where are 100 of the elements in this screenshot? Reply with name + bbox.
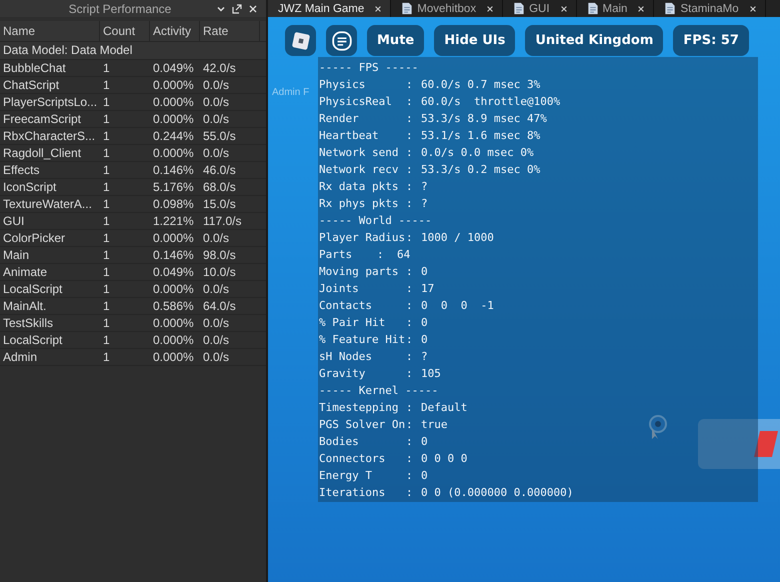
stat-value: 17 (421, 281, 434, 297)
stat-value: 0 (421, 468, 428, 484)
stat-value: 60.0/s throttle@100% (421, 94, 560, 110)
table-cell-text: 0.000% (152, 230, 195, 246)
stat-separator: : (406, 349, 414, 365)
stat-separator: : (406, 281, 414, 297)
stat-separator: : (406, 128, 414, 144)
table-cell-text: 0.000% (152, 145, 195, 161)
stat-separator: : (406, 400, 414, 416)
table-cell-text: ChatScript (2, 77, 60, 93)
table-cell-text: 0.146% (152, 247, 195, 263)
stat-value: 0 (421, 315, 428, 331)
roblox-menu-button[interactable] (285, 25, 316, 56)
close-icon[interactable] (637, 4, 646, 12)
stat-separator: : (406, 77, 414, 93)
table-cell-text: TextureWaterA... (2, 196, 93, 212)
stat-value: 53.1/s 1.6 msec 8% (421, 128, 540, 144)
stat-label: sH Nodes (319, 349, 373, 365)
table-cell-text: LocalScript (2, 281, 64, 297)
table-cell-text: 1 (102, 60, 111, 76)
table-cell-text: 0.049% (152, 264, 195, 280)
table-cell-text: 46.0/s (202, 162, 237, 178)
stat-separator: : (406, 417, 414, 433)
stat-label: Joints (319, 281, 360, 297)
stat-value: 60.0/s 0.7 msec 3% (421, 77, 540, 93)
game-button[interactable]: United Kingdom (525, 25, 664, 56)
table-cell-text: 1 (102, 213, 111, 229)
column-header[interactable]: Count (100, 21, 150, 41)
table-cell-text: 1 (102, 111, 111, 127)
stat-value: Default (421, 400, 468, 416)
table-cell-text: 1 (102, 196, 111, 212)
table-cell-text: 55.0/s (202, 128, 237, 144)
stat-value: 0 0 0 -1 (421, 298, 494, 314)
stat-label: Network recv (319, 162, 400, 178)
stat-label: Contacts (319, 298, 373, 314)
table-cell-text: PlayerScriptsLo... (2, 94, 98, 110)
table-cell-text: 0.0/s (202, 145, 230, 161)
chat-icon (330, 30, 352, 52)
faint-label: Admin F (272, 87, 310, 98)
close-icon[interactable] (486, 4, 494, 12)
chat-button[interactable] (326, 25, 357, 56)
table-cell-text: 0.0/s (202, 111, 230, 127)
stat-separator: : (406, 94, 414, 110)
stat-label: Rx data pkts (319, 179, 400, 195)
stat-label: Bodies (319, 434, 360, 450)
stats-section-heading: ----- FPS ----- (319, 60, 420, 76)
stat-label: Rx phys pkts (319, 196, 400, 212)
table-cell-text: 1 (102, 332, 111, 348)
stats-section-heading: ----- Kernel ----- (319, 383, 440, 399)
table-cell-text: 68.0/s (202, 179, 237, 195)
stat-label: % Feature Hit (319, 332, 406, 348)
stat-value: true (421, 417, 448, 433)
table-cell-text: 0.0/s (202, 94, 230, 110)
table-cell-text: 0.0/s (202, 349, 230, 365)
stat-label: Timestepping (319, 400, 400, 416)
table-cell-text: 0.0/s (202, 77, 230, 93)
table-cell-text: TestSkills (2, 315, 54, 331)
editor-tab[interactable]: JWZ Main Game (268, 0, 392, 17)
table-cell-text: 15.0/s (202, 196, 237, 212)
table-cell-text: 117.0/s (202, 213, 242, 229)
stats-section-heading: ----- World ----- (319, 213, 433, 229)
game-button[interactable]: Mute (367, 25, 424, 56)
game-button[interactable]: FPS: 57 (673, 25, 749, 56)
stat-label: Network send (319, 145, 400, 161)
panel-title: Script Performance (68, 2, 172, 16)
stat-label: Parts (319, 247, 354, 263)
table-cell-text: Ragdoll_Client (2, 145, 82, 161)
undock-icon[interactable] (232, 4, 242, 14)
stat-value: 0 0 0 0 (421, 451, 468, 467)
column-header[interactable]: Activity (150, 21, 200, 41)
table-cell-text: 1 (102, 315, 111, 331)
close-icon[interactable] (248, 4, 258, 14)
table-cell-text: 1 (102, 77, 111, 93)
stat-label: Energy T (319, 468, 373, 484)
stat-value: 0.0/s 0.0 msec 0% (421, 145, 534, 161)
table-cell-text: 0.586% (152, 298, 195, 314)
stat-separator: : (406, 162, 414, 178)
stat-label: PGS Solver On (319, 417, 406, 433)
column-header[interactable]: Rate (200, 21, 260, 41)
close-icon[interactable] (560, 4, 568, 12)
stat-label: Physics (319, 77, 366, 93)
table-cell-text: 1 (102, 349, 111, 365)
table-cell-text: BubbleChat (2, 60, 67, 76)
stat-value: ? (421, 179, 428, 195)
table-cell-text: 0.0/s (202, 230, 230, 246)
close-icon[interactable] (748, 4, 757, 12)
stat-separator: : (406, 366, 414, 382)
table-cell-text: 1 (102, 94, 111, 110)
close-icon[interactable] (374, 4, 382, 12)
stat-separator: : (406, 315, 414, 331)
game-button[interactable]: Hide UIs (434, 25, 516, 56)
stat-value: 53.3/s 8.9 msec 47% (421, 111, 547, 127)
table-cell-text: 0.098% (152, 196, 195, 212)
stat-separator: : (406, 434, 414, 450)
table-cell-text: 10.0/s (202, 264, 237, 280)
stat-label: PhysicsReal (319, 94, 393, 110)
column-header[interactable]: Name (0, 21, 100, 41)
stat-label: % Pair Hit (319, 315, 386, 331)
stat-separator: : (406, 111, 414, 127)
stat-separator: : (406, 230, 414, 246)
